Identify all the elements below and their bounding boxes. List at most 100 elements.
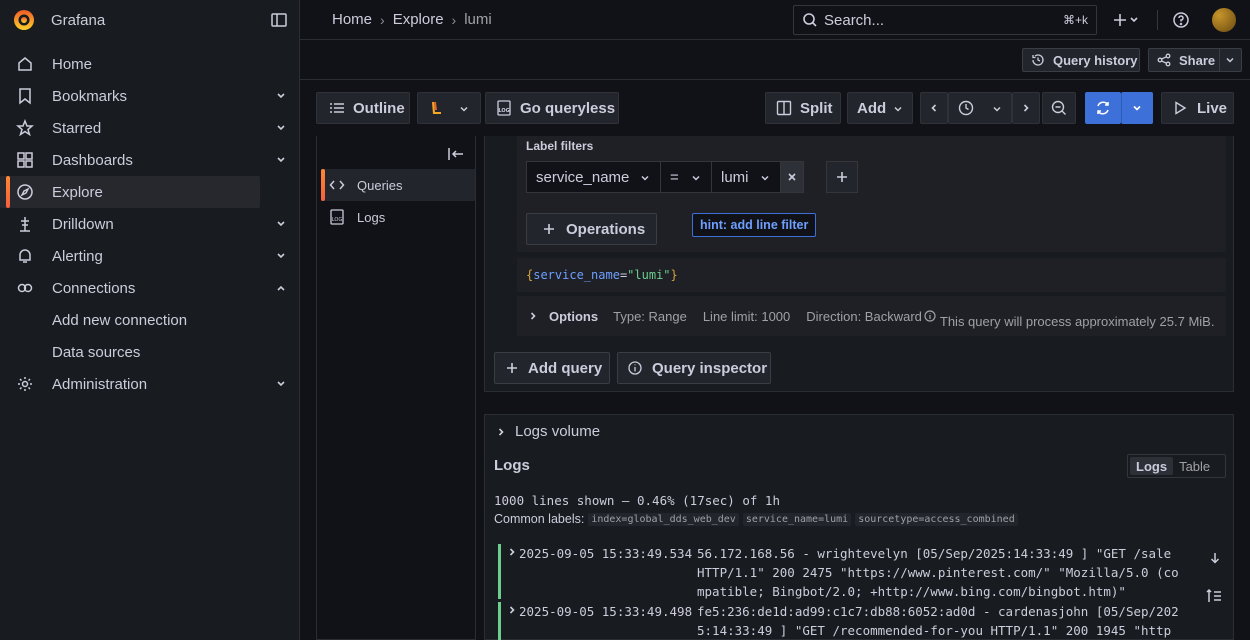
collapse-outline-icon[interactable] (447, 146, 465, 162)
datasource-picker[interactable] (417, 92, 481, 124)
label-select-value: service_name (536, 168, 630, 186)
refresh-button[interactable] (1085, 92, 1121, 124)
nav-label: Bookmarks (52, 87, 128, 105)
avatar[interactable] (1212, 8, 1236, 32)
dock-menu-icon[interactable] (270, 11, 288, 29)
nav-item-administration[interactable]: Administration (0, 368, 285, 400)
remove-filter-button[interactable] (780, 161, 804, 193)
chevron-down-icon (894, 106, 902, 112)
chevron-up-icon[interactable] (274, 281, 288, 295)
chevron-down-icon[interactable] (274, 121, 288, 135)
nav-item-drilldown[interactable]: Drilldown (0, 208, 285, 240)
log-timestamp: 2025-09-05 15:33:49.498 (519, 604, 693, 619)
chevron-down-icon[interactable] (274, 89, 288, 103)
query-brace: } (670, 268, 678, 282)
query-inspector-label: Query inspector (652, 359, 768, 377)
share-button[interactable]: Share (1148, 48, 1242, 72)
nav-item-starred[interactable]: Starred (0, 112, 285, 144)
outline-button[interactable]: Outline (316, 92, 410, 124)
search-input[interactable]: Search... ⌘+k (793, 5, 1097, 35)
help-icon[interactable] (1172, 11, 1190, 29)
logs-icon: LOG (330, 209, 344, 225)
chevron-down-icon[interactable] (1224, 54, 1236, 66)
chevron-right-icon (1023, 104, 1029, 112)
breadcrumb-home[interactable]: Home (332, 11, 372, 28)
breadcrumb-current: lumi (464, 11, 492, 28)
common-label-chip: index=global_dds_web_dev (588, 512, 739, 526)
refresh-interval-dropdown[interactable] (1121, 92, 1153, 124)
logs-volume-header[interactable]: Logs volume (484, 414, 1234, 448)
hint-add-line-filter[interactable]: hint: add line filter (692, 213, 817, 237)
label-select[interactable]: service_name (526, 161, 661, 193)
nav-item-dashboards[interactable]: Dashboards (0, 144, 285, 176)
toggle-table[interactable]: Table (1173, 457, 1216, 475)
dashboards-icon (17, 152, 33, 168)
log-timestamp: 2025-09-05 15:33:49.534 (519, 546, 693, 561)
time-picker-button[interactable] (948, 92, 1012, 124)
time-back-button[interactable] (920, 92, 948, 124)
go-queryless-button[interactable]: LOG Go queryless (485, 92, 619, 124)
loki-logo-icon (432, 102, 441, 114)
query-brace: { (526, 268, 534, 282)
add-query-button[interactable]: Add query (494, 352, 610, 384)
outline-label: Outline (353, 99, 405, 117)
value-select[interactable]: lumi (711, 161, 781, 193)
nav-item-home[interactable]: Home (0, 48, 260, 80)
add-button[interactable]: Add (847, 92, 913, 124)
nav-label: Connections (52, 279, 136, 297)
log-message: 56.172.168.56 - wrightevelyn [05/Sep/202… (697, 546, 1179, 599)
plus-icon (507, 363, 517, 373)
logs-summary: 1000 lines shown — 0.46% (17sec) of 1h (494, 493, 780, 508)
split-label: Split (800, 99, 833, 117)
new-plus-dropdown-icon[interactable] (1112, 12, 1140, 28)
split-button[interactable]: Split (765, 92, 841, 124)
log-message: fe5:236:de1d:ad99:c1c7:db88:6052:ad0d - … (697, 604, 1179, 638)
divider (1157, 10, 1158, 30)
brand: Grafana (0, 0, 299, 40)
live-button[interactable]: Live (1161, 92, 1234, 124)
nav-sub-add-connection[interactable]: Add new connection (0, 304, 300, 336)
play-icon (1175, 101, 1187, 115)
toggle-logs[interactable]: Logs (1130, 457, 1174, 475)
connections-icon (17, 283, 33, 293)
chevron-down-icon (641, 175, 649, 181)
nav-item-connections[interactable]: Connections (0, 272, 285, 304)
log-row[interactable]: 2025-09-05 15:33:49.498 fe5:236:de1d:ad9… (498, 602, 1180, 640)
query-history-button[interactable]: Query history (1022, 48, 1140, 72)
query-label-key: service_name (533, 268, 620, 282)
operations-button[interactable]: Operations (526, 213, 657, 245)
zoom-out-button[interactable] (1042, 92, 1076, 124)
chevron-down-icon[interactable] (274, 153, 288, 167)
list-icon (330, 103, 344, 113)
chevron-down-icon[interactable] (274, 217, 288, 231)
log-row[interactable]: 2025-09-05 15:33:49.534 56.172.168.56 - … (498, 544, 1180, 599)
nav-item-bookmarks[interactable]: Bookmarks (0, 80, 285, 112)
query-inspector-button[interactable]: Query inspector (617, 352, 771, 384)
query-options[interactable]: Options Type: Range Line limit: 1000 Dir… (517, 296, 1226, 336)
outline-item-queries[interactable]: Queries (321, 169, 475, 201)
operator-select[interactable]: = (660, 161, 712, 193)
logs-volume-title: Logs volume (515, 423, 601, 440)
gear-icon (18, 377, 32, 391)
chevron-down-icon[interactable] (274, 249, 288, 263)
scroll-to-bottom-icon[interactable] (1207, 550, 1223, 566)
grafana-logo-icon[interactable] (12, 8, 36, 32)
chevron-down-icon[interactable] (274, 377, 288, 391)
go-queryless-label: Go queryless (520, 99, 616, 117)
sort-order-icon[interactable] (1205, 588, 1223, 604)
breadcrumb-explore[interactable]: Explore (393, 11, 444, 28)
nav-item-explore[interactable]: Explore (0, 176, 260, 208)
query-code[interactable]: {service_name = "lumi"} (517, 258, 1226, 292)
time-forward-button[interactable] (1012, 92, 1040, 124)
chevron-right-icon (509, 606, 515, 614)
nav-label: Starred (52, 119, 102, 137)
outline-item-logs[interactable]: LOG Logs (321, 201, 475, 233)
nav-item-alerting[interactable]: Alerting (0, 240, 285, 272)
bell-icon (19, 249, 31, 263)
live-label: Live (1197, 99, 1228, 117)
add-filter-button[interactable] (826, 161, 858, 193)
search-shortcut: ⌘+k (1062, 13, 1088, 27)
nav-label: Dashboards (52, 151, 133, 169)
chevron-down-icon (761, 175, 769, 181)
nav-sub-data-sources[interactable]: Data sources (0, 336, 300, 368)
